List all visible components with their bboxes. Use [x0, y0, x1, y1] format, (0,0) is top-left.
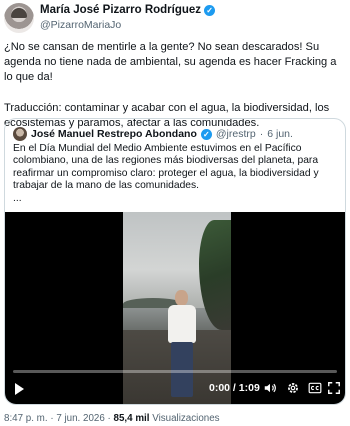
person-shirt — [168, 305, 196, 343]
author-name[interactable]: María José Pizarro Rodríguez — [40, 4, 201, 16]
verified-icon: ✓ — [204, 4, 216, 16]
video-progress-bar[interactable] — [13, 370, 337, 373]
subtitles-icon[interactable] — [308, 381, 322, 395]
tweet-header: María José Pizarro Rodríguez ✓ @PizarroM… — [4, 3, 346, 35]
play-icon[interactable] — [15, 383, 24, 395]
fullscreen-icon[interactable] — [327, 381, 341, 395]
verified-icon: ✓ — [200, 128, 212, 140]
quoted-ellipsis: ... — [13, 192, 22, 204]
quoted-text: En el Día Mundial del Medio Ambiente est… — [13, 143, 339, 205]
view-count: 85,4 mil — [113, 413, 150, 424]
settings-icon[interactable] — [286, 381, 300, 395]
quoted-date[interactable]: 6 jun. — [267, 128, 293, 140]
views-label: Visualizaciones — [152, 413, 220, 424]
quoted-author-name[interactable]: José Manuel Restrepo Abondano — [31, 128, 197, 140]
footer-dot: · — [50, 413, 54, 424]
tweet-footer: 8:47 p. m. · 7 jun. 2026 · 85,4 mil Visu… — [4, 413, 220, 424]
author-name-row: María José Pizarro Rodríguez ✓ — [40, 4, 216, 16]
video-player[interactable]: 0:00 / 1:09 — [5, 212, 345, 404]
video-time: 0:00 / 1:09 — [209, 382, 260, 394]
post-date[interactable]: 7 jun. 2026 — [56, 413, 104, 424]
person-head — [175, 290, 188, 306]
video-controls: 0:00 / 1:09 — [5, 370, 345, 404]
quoted-author-handle[interactable]: @jrestrp — [216, 128, 256, 140]
footer-dot: · — [107, 413, 111, 424]
quoted-header: José Manuel Restrepo Abondano ✓ @jrestrp… — [13, 127, 293, 141]
volume-icon[interactable] — [263, 381, 277, 395]
quoted-tweet[interactable]: José Manuel Restrepo Abondano ✓ @jrestrp… — [4, 118, 346, 405]
tweet-paragraph: ¿No se cansan de mentirle a la gente? No… — [4, 41, 337, 84]
quoted-text-body: En el Día Mundial del Medio Ambiente est… — [13, 143, 319, 192]
quoted-avatar[interactable] — [13, 127, 27, 141]
post-time[interactable]: 8:47 p. m. — [4, 413, 48, 424]
author-avatar[interactable] — [4, 3, 34, 33]
quoted-separator: · — [259, 128, 264, 140]
author-handle[interactable]: @PizarroMariaJo — [40, 19, 121, 31]
